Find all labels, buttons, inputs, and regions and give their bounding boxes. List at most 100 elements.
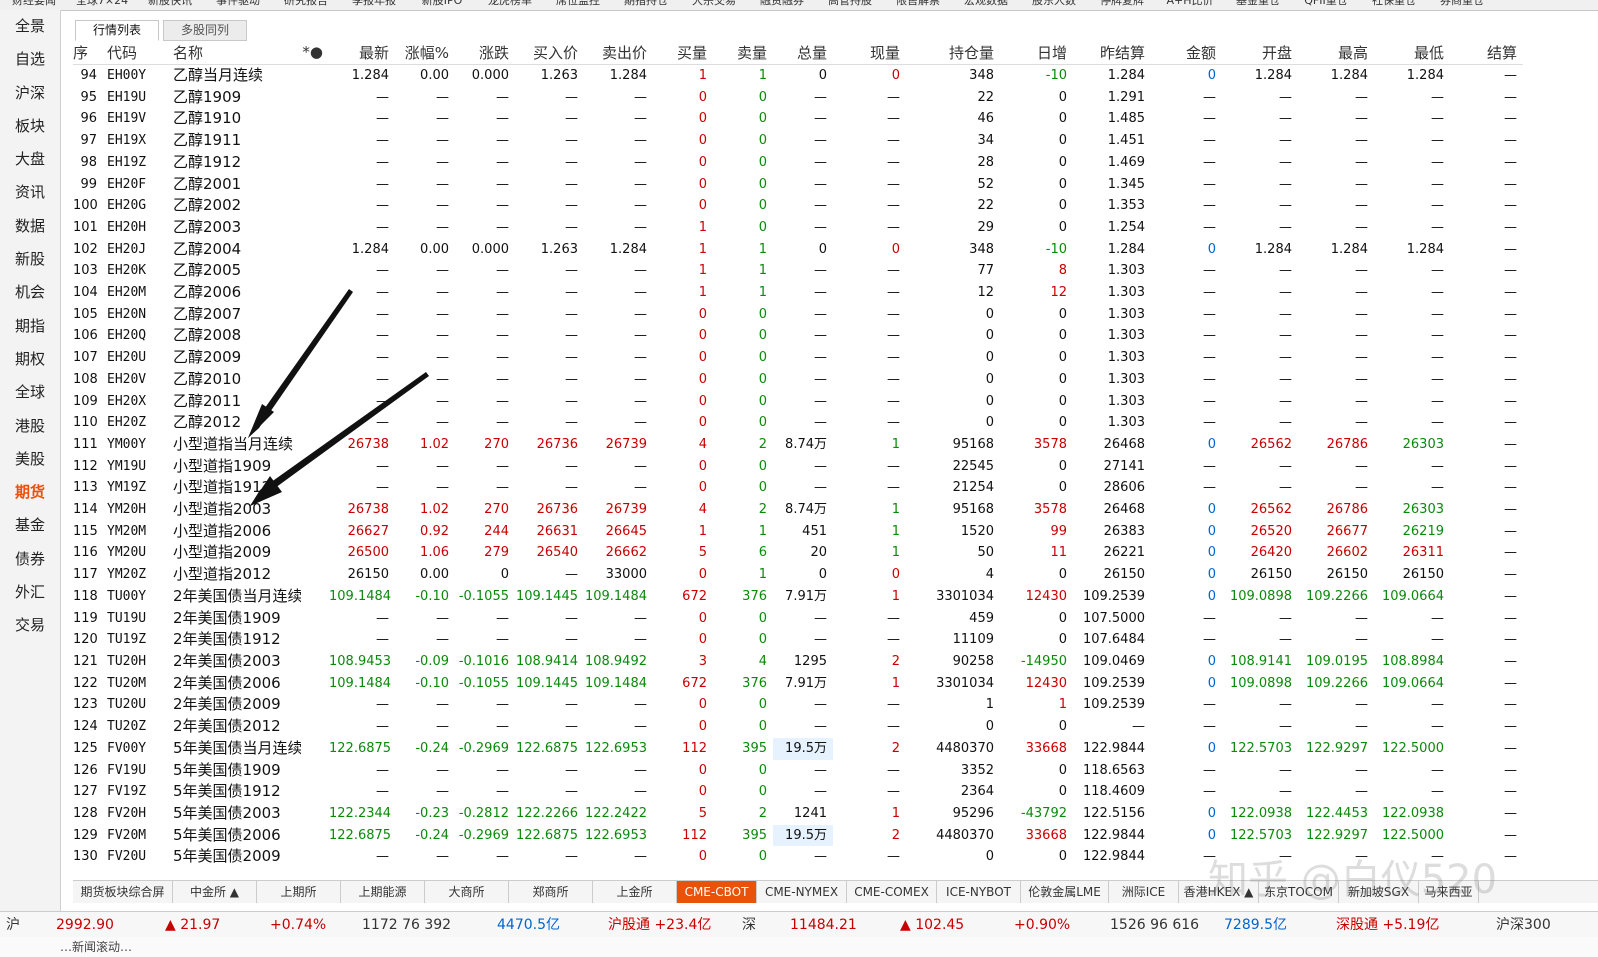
top-menu-item[interactable]: 新股IPO <box>408 0 476 6</box>
top-menu-item[interactable]: 财经要闻 <box>0 0 68 6</box>
column-header[interactable]: 最高 <box>1298 40 1374 65</box>
top-menu-item[interactable]: 高管持股 <box>816 0 884 6</box>
sidebar-item[interactable]: 期指 <box>0 310 60 343</box>
table-row[interactable]: 115 YM20M 小型道指2006 26627 0.92 244 26631 26645 1 1… <box>73 521 1523 543</box>
table-row[interactable]: 126 FV19U 5年美国债1909 — — — — — 0 0 — — 3352 0 118.6563 —… <box>73 760 1523 782</box>
table-row[interactable]: 107 EH20U 乙醇2009 — — — — — 0 0 — — 0 0 1.303 — — — — — <box>73 347 1523 369</box>
table-row[interactable]: 112 YM19U 小型道指1909 — — — — — 0 0 — — 22545 0 27141 — — — —… <box>73 456 1523 478</box>
column-header[interactable]: 买入价 <box>515 40 584 65</box>
column-header[interactable]: 最低 <box>1374 40 1450 65</box>
top-menu-item[interactable]: 股东人数 <box>1020 0 1088 6</box>
table-row[interactable]: 99 EH20F 乙醇2001 — — — — — 0 0 — — 52 0 1.345 — — — — — <box>73 174 1523 196</box>
hs300-label[interactable]: 沪深300 <box>1496 912 1551 938</box>
table-row[interactable]: 124 TU20Z 2年美国债2012 — — — — — 0 0 — — 0 0 — — — — — — <box>73 716 1523 738</box>
table-row[interactable]: 97 EH19X 乙醇1911 — — — — — 0 0 — — 34 0 1.451 — — — — — <box>73 130 1523 152</box>
table-row[interactable]: 114 YM20H 小型道指2003 26738 1.02 270 26736 26739 4 2… <box>73 499 1523 521</box>
table-row[interactable]: 105 EH20N 乙醇2007 — — — — — 0 0 — — 0 0 1.303 — — — — — <box>73 304 1523 326</box>
table-row[interactable]: 119 TU19U 2年美国债1909 — — — — — 0 0 — — 459 0 107.5000 — —… <box>73 608 1523 630</box>
column-header[interactable]: 卖量 <box>713 40 773 65</box>
top-menu-item[interactable]: 基金重仓 <box>1224 0 1292 6</box>
exchange-tab[interactable]: 上金所 <box>593 881 677 903</box>
table-row[interactable]: 95 EH19U 乙醇1909 — — — — — 0 0 — — 22 0 1.291 — — — — — <box>73 87 1523 109</box>
table-row[interactable]: 102 EH20J 乙醇2004 1.284 0.00 0.000 1.263 1.284 1 1… <box>73 239 1523 261</box>
top-menu-item[interactable]: 社保重仓 <box>1360 0 1428 6</box>
sidebar-item[interactable]: 板块 <box>0 110 60 143</box>
column-header[interactable]: 代码 <box>103 40 169 65</box>
table-row[interactable]: 118 TU00Y 2年美国债当月连续 109.1484 -0.10 -0.1055 109… <box>73 586 1523 608</box>
exchange-tab[interactable]: 郑商所 <box>509 881 593 903</box>
exchange-tab[interactable]: 期货板块综合屏 <box>73 881 173 903</box>
table-row[interactable]: 100 EH20G 乙醇2002 — — — — — 0 0 — — 22 0 1.353 — — — — — <box>73 195 1523 217</box>
exchange-tab[interactable]: ICE-NYBOT <box>937 881 1021 903</box>
column-header[interactable]: *● <box>301 40 329 65</box>
table-row[interactable]: 109 EH20X 乙醇2011 — — — — — 0 0 — — 0 0 1.303 — — — — — <box>73 391 1523 413</box>
column-header[interactable]: 名称 <box>169 40 301 65</box>
table-row[interactable]: 116 YM20U 小型道指2009 26500 1.06 279 26540 26662 5 6… <box>73 542 1523 564</box>
top-menu-item[interactable]: 期指持仓 <box>612 0 680 6</box>
table-row[interactable]: 96 EH19V 乙醇1910 — — — — — 0 0 — — 46 0 1.485 — — — — — <box>73 108 1523 130</box>
sidebar-item[interactable]: 新股 <box>0 243 60 276</box>
table-row[interactable]: 125 FV00Y 5年美国债当月连续 122.6875 -0.24 -0.2969 122… <box>73 737 1523 760</box>
tab-multi-stock[interactable]: 多股同列 <box>163 20 247 41</box>
top-menu-item[interactable]: 全球7×24 <box>68 0 136 6</box>
table-row[interactable]: 120 TU19Z 2年美国债1912 — — — — — 0 0 — — 11109 0 107.6484… <box>73 629 1523 651</box>
sidebar-item[interactable]: 期货 <box>0 476 60 509</box>
table-row[interactable]: 111 YM00Y 小型道指当月连续 26738 1.02 270 26736 26739 4 2… <box>73 434 1523 456</box>
column-header[interactable]: 卖出价 <box>584 40 653 65</box>
table-row[interactable]: 98 EH19Z 乙醇1912 — — — — — 0 0 — — 28 0 1.469 — — — — — <box>73 152 1523 174</box>
table-row[interactable]: 117 YM20Z 小型道指2012 26150 0.00 0 — 33000 0 1 0 0 4 0 26… <box>73 564 1523 586</box>
news-ticker[interactable]: …新闻滚动… <box>0 937 1598 957</box>
top-menu-item[interactable]: 大宗交易 <box>680 0 748 6</box>
exchange-tab[interactable]: 中金所 ▲ <box>173 881 257 903</box>
table-row[interactable]: 104 EH20M 乙醇2006 — — — — — 1 1 — — 12 12 1.303 — — — — — <box>73 282 1523 304</box>
top-menu-item[interactable]: 研究报告 <box>272 0 340 6</box>
table-row[interactable]: 129 FV20M 5年美国债2006 122.6875 -0.24 -0.2969 122… <box>73 824 1523 847</box>
sidebar-item[interactable]: 数据 <box>0 210 60 243</box>
sidebar-item[interactable]: 美股 <box>0 443 60 476</box>
table-row[interactable]: 123 TU20U 2年美国债2009 — — — — — 0 0 — — 1 1 109.2539 — — — —… <box>73 694 1523 716</box>
exchange-tab[interactable]: CME-CBOT <box>677 881 757 903</box>
sidebar-item[interactable]: 自选 <box>0 43 60 76</box>
sidebar-item[interactable]: 债券 <box>0 543 60 576</box>
top-menu-item[interactable]: QFII重仓 <box>1292 0 1360 6</box>
sidebar-item[interactable]: 全景 <box>0 10 60 43</box>
column-header[interactable]: 买量 <box>653 40 713 65</box>
sidebar-item[interactable]: 资讯 <box>0 176 60 209</box>
top-menu-item[interactable]: 限售解禁 <box>884 0 952 6</box>
top-menu-item[interactable]: 停牌复牌 <box>1088 0 1156 6</box>
table-row[interactable]: 108 EH20V 乙醇2010 — — — — — 0 0 — — 0 0 1.303 — — — — — <box>73 369 1523 391</box>
column-header[interactable]: 涨跌 <box>455 40 515 65</box>
top-menu-item[interactable]: 席位监控 <box>544 0 612 6</box>
sidebar-item[interactable]: 交易 <box>0 609 60 642</box>
exchange-tab[interactable]: 大商所 <box>425 881 509 903</box>
column-header[interactable]: 最新 <box>329 40 395 65</box>
table-row[interactable]: 127 FV19Z 5年美国债1912 — — — — — 0 0 — — 2364 0 118.4609 —… <box>73 781 1523 803</box>
sidebar-item[interactable]: 大盘 <box>0 143 60 176</box>
top-menu-item[interactable]: A+H比价 <box>1156 0 1224 6</box>
table-row[interactable]: 128 FV20H 5年美国债2003 122.2344 -0.23 -0.2812 122… <box>73 803 1523 825</box>
exchange-tab[interactable]: 洲际ICE <box>1109 881 1179 903</box>
top-menu-item[interactable]: 新股快讯 <box>136 0 204 6</box>
sidebar-item[interactable]: 机会 <box>0 276 60 309</box>
exchange-tab[interactable]: CME-COMEX <box>847 881 937 903</box>
table-row[interactable]: 113 YM19Z 小型道指1912 — — — — — 0 0 — — 21254 0 28606 — — — —… <box>73 477 1523 499</box>
sidebar-item[interactable]: 基金 <box>0 509 60 542</box>
exchange-tab[interactable]: 上期能源 <box>341 881 425 903</box>
exchange-tab[interactable]: CME-NYMEX <box>757 881 847 903</box>
tab-quote-list[interactable]: 行情列表 <box>75 20 159 41</box>
column-header[interactable]: 现量 <box>833 40 906 65</box>
top-menu-item[interactable]: 宏观数据 <box>952 0 1020 6</box>
column-header[interactable]: 序 <box>73 40 103 65</box>
column-header[interactable]: 结算 <box>1450 40 1523 65</box>
sidebar-item[interactable]: 沪深 <box>0 77 60 110</box>
table-row[interactable]: 101 EH20H 乙醇2003 — — — — — 1 0 — — 29 0 1.254 — — — — — <box>73 217 1523 239</box>
table-row[interactable]: 121 TU20H 2年美国债2003 108.9453 -0.09 -0.1016 108… <box>73 651 1523 673</box>
table-row[interactable]: 122 TU20M 2年美国债2006 109.1484 -0.10 -0.1055 109… <box>73 673 1523 695</box>
column-header[interactable]: 持仓量 <box>906 40 1000 65</box>
exchange-tab[interactable]: 上期所 <box>257 881 341 903</box>
sidebar-item[interactable]: 港股 <box>0 410 60 443</box>
top-menu-item[interactable]: 龙虎榜单 <box>476 0 544 6</box>
top-menu-item[interactable]: 季报年报 <box>340 0 408 6</box>
table-row[interactable]: 106 EH20Q 乙醇2008 — — — — — 0 0 — — 0 0 1.303 — — — — — <box>73 325 1523 347</box>
column-header[interactable]: 金额 <box>1151 40 1222 65</box>
